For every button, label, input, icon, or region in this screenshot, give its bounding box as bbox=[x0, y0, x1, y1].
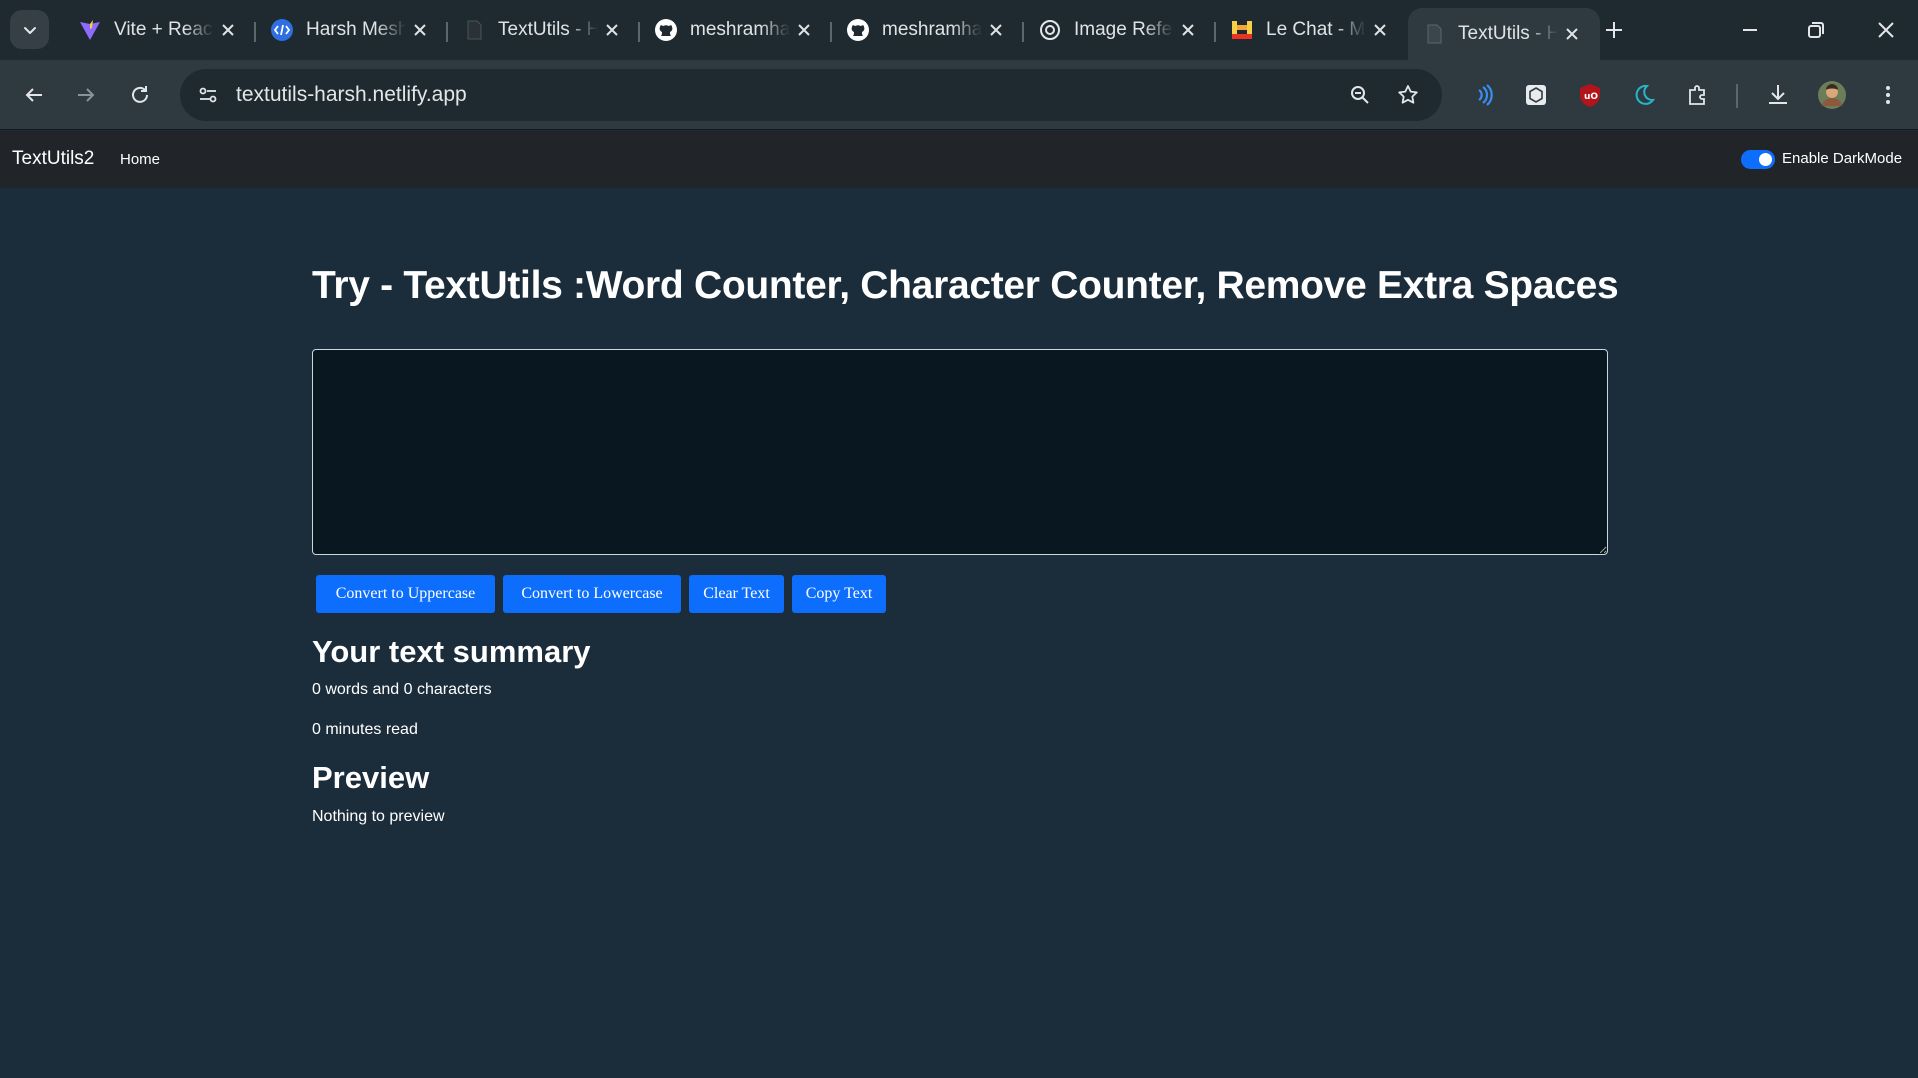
avatar[interactable] bbox=[1814, 77, 1850, 113]
tab-title: TextUtils - Home bbox=[1458, 23, 1558, 44]
code-icon bbox=[270, 18, 294, 42]
site-settings-icon[interactable] bbox=[194, 81, 222, 109]
browser-tab[interactable]: meshramharsh bbox=[832, 8, 1024, 52]
address-bar[interactable]: textutils-harsh.netlify.app bbox=[180, 69, 1442, 121]
browser-tab[interactable]: Vite + React bbox=[64, 8, 256, 52]
close-icon[interactable] bbox=[1560, 22, 1584, 46]
extension-wave-icon[interactable] bbox=[1466, 77, 1502, 113]
main-content: Try - TextUtils :Word Counter, Character… bbox=[0, 188, 1918, 1078]
restore-icon bbox=[1808, 22, 1824, 38]
close-icon[interactable] bbox=[600, 18, 624, 42]
tab-title: TextUtils - Home bbox=[498, 19, 598, 40]
zoom-icon[interactable] bbox=[1346, 81, 1374, 109]
minimize-icon bbox=[1743, 29, 1757, 31]
moon-icon[interactable] bbox=[1626, 77, 1662, 113]
chevron-down-icon bbox=[23, 26, 36, 34]
tab-list: Vite + React Harsh Meshram TextUtils - H… bbox=[64, 8, 1600, 60]
tab-title: meshramharsh bbox=[882, 19, 982, 40]
browser-tab[interactable]: meshramharsh bbox=[640, 8, 832, 52]
reload-icon bbox=[132, 86, 148, 103]
close-window-button[interactable] bbox=[1868, 12, 1904, 48]
reload-button[interactable] bbox=[122, 77, 158, 113]
preview-text: Nothing to preview bbox=[312, 808, 445, 825]
new-tab-button[interactable] bbox=[1598, 14, 1630, 46]
copy-text-button[interactable]: Copy Text bbox=[792, 575, 886, 613]
word-char-count: 0 words and 0 characters bbox=[312, 681, 492, 698]
navbar-brand[interactable]: TextUtils2 bbox=[12, 148, 94, 170]
menu-kebab-icon[interactable] bbox=[1870, 77, 1906, 113]
toggle-knob bbox=[1759, 153, 1772, 166]
download-icon[interactable] bbox=[1760, 77, 1796, 113]
page-title: Try - TextUtils :Word Counter, Character… bbox=[312, 264, 1619, 307]
ublock-icon[interactable]: uO bbox=[1572, 77, 1608, 113]
app-navbar: TextUtils2 Home Enable DarkMode bbox=[0, 131, 1918, 188]
close-icon[interactable] bbox=[1368, 18, 1392, 42]
tab-search-button[interactable] bbox=[10, 10, 49, 49]
mistral-icon bbox=[1230, 18, 1254, 42]
browser-tab[interactable]: Harsh Meshram bbox=[256, 8, 448, 52]
tab-title: Image Reference bbox=[1074, 19, 1174, 40]
vite-icon bbox=[78, 18, 102, 42]
bookmark-star-icon[interactable] bbox=[1394, 81, 1422, 109]
browser-tab-strip: Vite + React Harsh Meshram TextUtils - H… bbox=[0, 0, 1918, 61]
page-icon bbox=[1422, 22, 1446, 46]
close-icon bbox=[1878, 22, 1894, 38]
github-icon bbox=[846, 18, 870, 42]
darkmode-label[interactable]: Enable DarkMode bbox=[1782, 150, 1902, 167]
toolbar-separator bbox=[1736, 84, 1738, 108]
read-time: 0 minutes read bbox=[312, 721, 418, 738]
browser-tab[interactable]: TextUtils - Home bbox=[448, 8, 640, 52]
convert-uppercase-button[interactable]: Convert to Uppercase bbox=[316, 575, 495, 613]
arrow-right-icon bbox=[78, 88, 95, 102]
nav-link-home[interactable]: Home bbox=[120, 151, 160, 168]
convert-lowercase-button[interactable]: Convert to Lowercase bbox=[503, 575, 681, 613]
forward-button[interactable] bbox=[68, 77, 104, 113]
svg-text:uO: uO bbox=[1584, 92, 1598, 102]
arrow-left-icon bbox=[25, 88, 42, 102]
plus-icon bbox=[1606, 22, 1622, 38]
text-input[interactable] bbox=[312, 349, 1608, 555]
browser-tab[interactable]: Le Chat - Mistral bbox=[1216, 8, 1408, 52]
page-icon bbox=[462, 18, 486, 42]
github-icon bbox=[654, 18, 678, 42]
close-icon[interactable] bbox=[216, 18, 240, 42]
extensions-puzzle-icon[interactable] bbox=[1680, 77, 1716, 113]
back-button[interactable] bbox=[16, 77, 52, 113]
preview-heading: Preview bbox=[312, 760, 430, 795]
tab-title: meshramharsh bbox=[690, 19, 790, 40]
tab-title: Vite + React bbox=[114, 19, 214, 40]
extension-cube-icon[interactable] bbox=[1518, 77, 1554, 113]
close-icon[interactable] bbox=[1176, 18, 1200, 42]
minimize-button[interactable] bbox=[1732, 12, 1768, 48]
tab-title: Harsh Meshram bbox=[306, 19, 406, 40]
browser-toolbar: textutils-harsh.netlify.app uO bbox=[0, 60, 1918, 130]
clear-text-button[interactable]: Clear Text bbox=[689, 575, 784, 613]
darkmode-toggle[interactable] bbox=[1741, 150, 1775, 169]
close-icon[interactable] bbox=[984, 18, 1008, 42]
url-text[interactable]: textutils-harsh.netlify.app bbox=[236, 83, 467, 107]
browser-tab-active[interactable]: TextUtils - Home bbox=[1408, 8, 1600, 60]
browser-tab[interactable]: Image Reference bbox=[1024, 8, 1216, 52]
close-icon[interactable] bbox=[408, 18, 432, 42]
summary-heading: Your text summary bbox=[312, 634, 591, 669]
tab-title: Le Chat - Mistral bbox=[1266, 19, 1366, 40]
restore-button[interactable] bbox=[1798, 12, 1834, 48]
openai-icon bbox=[1038, 18, 1062, 42]
close-icon[interactable] bbox=[792, 18, 816, 42]
